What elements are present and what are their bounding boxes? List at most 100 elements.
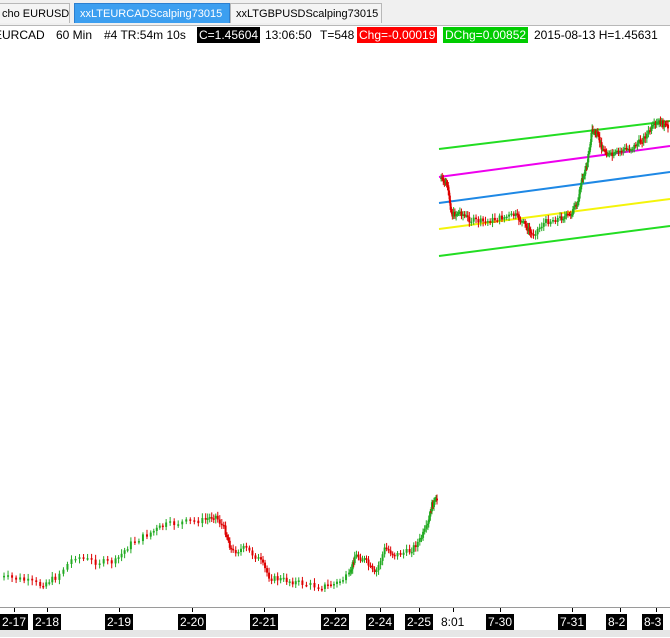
history-candle bbox=[173, 521, 176, 526]
history-candle bbox=[387, 548, 390, 551]
recent-candle bbox=[606, 154, 609, 156]
recent-candle bbox=[468, 216, 471, 223]
recent-candle bbox=[510, 213, 513, 216]
history-candle bbox=[239, 548, 242, 553]
dchange-badge: DChg=0.00852 bbox=[443, 27, 529, 43]
chart-tab-bar: cho EURUSD xxLTEURCADScalping73015 xxLTG… bbox=[0, 0, 670, 26]
time-axis-tick bbox=[572, 608, 573, 612]
tab-eurcad-scalping[interactable]: xxLTEURCADScalping73015 bbox=[74, 3, 230, 23]
history-candle bbox=[408, 549, 411, 553]
time-axis-tick bbox=[380, 608, 381, 612]
history-candle bbox=[323, 584, 326, 589]
history-candle bbox=[248, 547, 251, 551]
recent-candle bbox=[631, 148, 634, 151]
history-candle bbox=[78, 557, 81, 559]
time-label: 13:06:50 bbox=[265, 28, 312, 42]
history-candle bbox=[220, 523, 223, 526]
recent-candle bbox=[484, 221, 487, 223]
chart-info-bar: EURCAD 60 Min #4 TR:54m 10s C=1.45604 13… bbox=[0, 26, 670, 44]
history-candle bbox=[262, 559, 265, 563]
recent-candle bbox=[477, 219, 480, 223]
time-axis-tick bbox=[419, 608, 420, 612]
history-candle bbox=[19, 577, 22, 580]
history-candle bbox=[273, 576, 276, 581]
history-candle bbox=[126, 549, 129, 551]
history-candle bbox=[420, 537, 423, 540]
history-candle bbox=[204, 517, 207, 520]
recent-candle bbox=[650, 126, 653, 131]
history-candle bbox=[436, 498, 438, 501]
history-candle bbox=[353, 556, 356, 564]
history-candle bbox=[385, 547, 388, 550]
history-candle bbox=[42, 585, 45, 588]
history-candle bbox=[141, 534, 144, 542]
time-axis-tick bbox=[14, 608, 15, 612]
history-candle bbox=[3, 575, 6, 578]
recent-candle bbox=[544, 219, 547, 223]
history-candle bbox=[379, 560, 382, 566]
recent-candle bbox=[554, 220, 557, 222]
price-chart[interactable] bbox=[0, 44, 670, 604]
recent-candle bbox=[656, 122, 659, 125]
history-candle bbox=[110, 560, 113, 564]
channel-inner-upper-line bbox=[438, 145, 670, 178]
history-candle bbox=[129, 541, 132, 550]
history-candle bbox=[257, 557, 260, 559]
time-axis-tick bbox=[656, 608, 657, 612]
history-candle bbox=[405, 549, 408, 553]
history-candle bbox=[201, 517, 204, 524]
recent-candle bbox=[639, 139, 642, 143]
recent-candle bbox=[552, 220, 555, 222]
bar-info-label: #4 TR:54m 10s bbox=[104, 28, 186, 42]
recent-candle bbox=[645, 133, 648, 139]
history-candle bbox=[285, 577, 288, 583]
history-candle bbox=[86, 558, 89, 560]
history-candle bbox=[373, 569, 376, 573]
history-candle bbox=[228, 540, 231, 548]
history-candle bbox=[230, 547, 233, 550]
history-candle bbox=[222, 524, 225, 527]
history-candle bbox=[270, 578, 273, 581]
history-candle bbox=[365, 558, 368, 560]
history-candle bbox=[212, 518, 215, 520]
history-candle bbox=[301, 580, 304, 585]
history-candle bbox=[359, 557, 362, 561]
history-candle bbox=[210, 517, 213, 519]
history-candle bbox=[396, 553, 399, 557]
change-badge: Chg=-0.00019 bbox=[357, 27, 438, 43]
history-candle bbox=[391, 553, 394, 556]
recent-candle bbox=[547, 219, 550, 225]
history-candle bbox=[282, 577, 285, 580]
history-candle bbox=[51, 576, 54, 583]
time-axis-label: 7-31 bbox=[558, 614, 587, 630]
recent-candle bbox=[505, 216, 508, 219]
history-candle bbox=[15, 577, 18, 580]
history-candle bbox=[66, 564, 69, 570]
history-candle bbox=[305, 584, 308, 587]
history-candle bbox=[94, 559, 97, 565]
time-axis-label: 2-20 bbox=[178, 614, 207, 630]
price-chart-canvas bbox=[3, 116, 670, 593]
history-candle bbox=[348, 572, 351, 575]
history-candle bbox=[291, 581, 294, 585]
recent-candle bbox=[530, 232, 533, 235]
recent-candle bbox=[549, 221, 552, 225]
recent-candle bbox=[489, 221, 492, 223]
time-axis-label: 7-30 bbox=[486, 614, 515, 630]
history-candle bbox=[335, 581, 338, 584]
history-candle bbox=[345, 574, 348, 581]
tab-gbpusd-scalping[interactable]: xxLTGBPUSDScalping73015 bbox=[230, 3, 382, 23]
history-candle bbox=[313, 582, 316, 588]
recent-candle bbox=[517, 214, 520, 221]
history-candle bbox=[383, 547, 386, 555]
history-candle bbox=[177, 524, 180, 526]
time-axis-tick bbox=[192, 608, 193, 612]
tab-eurusd[interactable]: cho EURUSD bbox=[0, 3, 70, 23]
time-axis-tick bbox=[335, 608, 336, 612]
horizontal-scrollbar[interactable] bbox=[0, 630, 670, 637]
history-candle bbox=[225, 534, 228, 538]
history-candle bbox=[309, 582, 312, 585]
recent-candle bbox=[651, 124, 654, 127]
history-candle bbox=[23, 577, 26, 581]
history-candle bbox=[70, 559, 73, 565]
